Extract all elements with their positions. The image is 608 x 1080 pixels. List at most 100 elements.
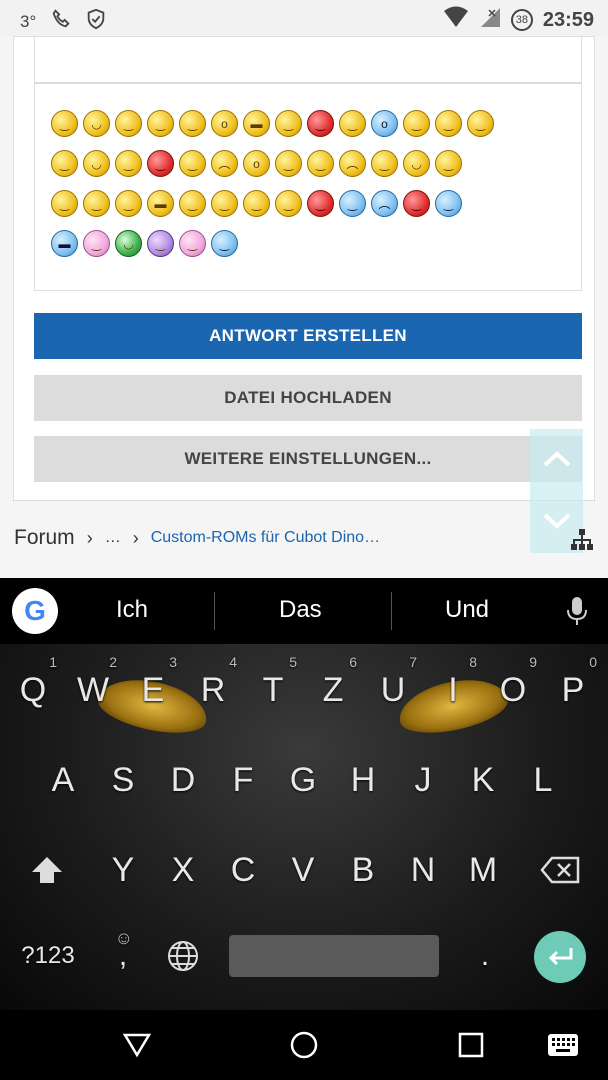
smiley-drool-icon[interactable]: ‿ bbox=[83, 230, 110, 257]
reply-button[interactable]: ANTWORT ERSTELLEN bbox=[34, 313, 582, 359]
smiley-teeth-icon[interactable]: ◡ bbox=[115, 230, 142, 257]
suggestion-2[interactable]: Das bbox=[279, 596, 322, 624]
smiley-annoyed-icon[interactable]: ‿ bbox=[179, 150, 206, 177]
smiley-dizzy-icon[interactable]: ‿ bbox=[307, 150, 334, 177]
key-y[interactable]: Y bbox=[93, 840, 153, 900]
smiley-angry-icon[interactable]: ‿ bbox=[51, 110, 78, 137]
key-m[interactable]: M bbox=[453, 840, 513, 900]
smiley-lick-icon[interactable]: ‿ bbox=[179, 190, 206, 217]
smiley-pout-icon[interactable]: ‿ bbox=[403, 110, 430, 137]
key-p[interactable]: P0 bbox=[543, 654, 603, 720]
key-f[interactable]: F bbox=[213, 750, 273, 810]
smiley-cool-icon[interactable]: ▬ bbox=[243, 110, 270, 137]
home-icon[interactable] bbox=[287, 1028, 321, 1062]
suggestion-3[interactable]: Und bbox=[445, 596, 489, 624]
space-bar[interactable] bbox=[229, 935, 439, 977]
sitemap-icon[interactable] bbox=[570, 528, 594, 552]
smiley-blush-icon[interactable]: ‿ bbox=[147, 110, 174, 137]
chevron-right-icon: › bbox=[86, 527, 93, 548]
smiley-cold-icon[interactable]: ‿ bbox=[339, 190, 366, 217]
smiley-smile-icon[interactable]: ‿ bbox=[51, 150, 78, 177]
key-v[interactable]: V bbox=[273, 840, 333, 900]
more-settings-button[interactable]: WEITERE EINSTELLUNGEN... bbox=[34, 436, 582, 482]
smiley-wink-icon[interactable]: ‿ bbox=[435, 110, 462, 137]
smiley-thumbs-up-icon[interactable]: ‿ bbox=[115, 190, 142, 217]
smiley-whistle-icon[interactable]: ‿ bbox=[211, 190, 238, 217]
smiley-sneeze-icon[interactable]: ‿ bbox=[51, 190, 78, 217]
smiley-blank-icon[interactable]: ‿ bbox=[275, 190, 302, 217]
key-o[interactable]: O9 bbox=[483, 654, 543, 720]
message-textarea[interactable] bbox=[34, 37, 582, 83]
recents-icon[interactable] bbox=[454, 1028, 488, 1062]
key-h[interactable]: H bbox=[333, 750, 393, 810]
key-d[interactable]: D bbox=[153, 750, 213, 810]
smiley-blue-smile-icon[interactable]: ‿ bbox=[211, 230, 238, 257]
key-s[interactable]: S bbox=[93, 750, 153, 810]
smiley-confused-icon[interactable]: ‿ bbox=[179, 110, 206, 137]
key-k[interactable]: K bbox=[453, 750, 513, 810]
google-icon[interactable]: G bbox=[12, 588, 58, 634]
smiley-cool-blue-icon[interactable]: ▬ bbox=[51, 230, 78, 257]
smiley-shades-icon[interactable]: ▬ bbox=[147, 190, 174, 217]
scroll-up-icon[interactable] bbox=[530, 429, 583, 489]
breadcrumb-ellipsis[interactable]: … bbox=[105, 529, 121, 547]
key-c[interactable]: C bbox=[213, 840, 273, 900]
smiley-worried-icon[interactable]: ︵ bbox=[339, 150, 366, 177]
smiley-roll-icon[interactable]: ‿ bbox=[275, 110, 302, 137]
enter-key[interactable] bbox=[534, 931, 586, 983]
smiley-question-icon[interactable]: ‿ bbox=[435, 190, 462, 217]
shift-key[interactable] bbox=[17, 840, 77, 900]
smiley-surprised-icon[interactable]: o bbox=[243, 150, 270, 177]
smiley-rolleyes-icon[interactable]: ‿ bbox=[115, 150, 142, 177]
key-b[interactable]: B bbox=[333, 840, 393, 900]
backspace-key[interactable] bbox=[530, 840, 590, 900]
smiley-grin-icon[interactable]: ◡ bbox=[83, 110, 110, 137]
key-z[interactable]: Z6 bbox=[303, 654, 363, 720]
smiley-frown-icon[interactable]: ︵ bbox=[371, 190, 398, 217]
key-g[interactable]: G bbox=[273, 750, 333, 810]
keyboard-switch-icon[interactable] bbox=[546, 1028, 580, 1062]
breadcrumb-forum[interactable]: Forum bbox=[14, 526, 75, 550]
suggestion-1[interactable]: Ich bbox=[116, 596, 148, 624]
smiley-mustache-icon[interactable]: ‿ bbox=[371, 150, 398, 177]
smiley-smirk-icon[interactable]: ‿ bbox=[435, 150, 462, 177]
microphone-icon[interactable] bbox=[566, 596, 588, 626]
smiley-innocent-icon[interactable]: ‿ bbox=[467, 110, 494, 137]
smiley-tongue-icon[interactable]: ‿ bbox=[275, 150, 302, 177]
key-r[interactable]: R4 bbox=[183, 654, 243, 720]
key-w[interactable]: W2 bbox=[63, 654, 123, 720]
smiley-neutral-icon[interactable]: ‿ bbox=[115, 110, 142, 137]
smiley-mad-icon[interactable]: ‿ bbox=[307, 110, 334, 137]
smiley-inlove-icon[interactable]: ‿ bbox=[307, 190, 334, 217]
smiley-eyes-icon[interactable]: ‿ bbox=[243, 190, 270, 217]
key-a[interactable]: A bbox=[33, 750, 93, 810]
key-q[interactable]: Q1 bbox=[3, 654, 63, 720]
smiley-angry-red-icon[interactable]: ‿ bbox=[403, 190, 430, 217]
smiley-sick-icon[interactable]: ‿ bbox=[339, 110, 366, 137]
language-key[interactable] bbox=[153, 926, 213, 986]
symbols-key[interactable]: ?123 bbox=[17, 926, 79, 986]
smiley-huh-icon[interactable]: o bbox=[211, 110, 238, 137]
key-j[interactable]: J bbox=[393, 750, 453, 810]
smiley-love-icon[interactable]: ‿ bbox=[147, 150, 174, 177]
smiley-pink-icon[interactable]: ‿ bbox=[179, 230, 206, 257]
smiley-happy-icon[interactable]: ◡ bbox=[403, 150, 430, 177]
smiley-thumb-left-icon[interactable]: ‿ bbox=[83, 190, 110, 217]
upload-file-button[interactable]: DATEI HOCHLADEN bbox=[34, 375, 582, 421]
breadcrumb-current[interactable]: Custom-ROMs für Cubot Dino… bbox=[151, 529, 380, 547]
period-key[interactable]: . bbox=[455, 926, 515, 986]
key-t[interactable]: T5 bbox=[243, 654, 303, 720]
key-n[interactable]: N bbox=[393, 840, 453, 900]
suggestion-strip: G Ich Das Und bbox=[0, 578, 608, 644]
key-x[interactable]: X bbox=[153, 840, 213, 900]
smiley-bigsmile-icon[interactable]: ◡ bbox=[83, 150, 110, 177]
smiley-shock-icon[interactable]: o bbox=[371, 110, 398, 137]
key-l[interactable]: L bbox=[513, 750, 573, 810]
smiley-sad-icon[interactable]: ︵ bbox=[211, 150, 238, 177]
back-icon[interactable] bbox=[120, 1028, 154, 1062]
key-e[interactable]: E3 bbox=[123, 654, 183, 720]
comma-key[interactable]: , ☺ bbox=[93, 926, 153, 986]
smiley-purple-icon[interactable]: ‿ bbox=[147, 230, 174, 257]
key-i[interactable]: I8 bbox=[423, 654, 483, 720]
key-u[interactable]: U7 bbox=[363, 654, 423, 720]
